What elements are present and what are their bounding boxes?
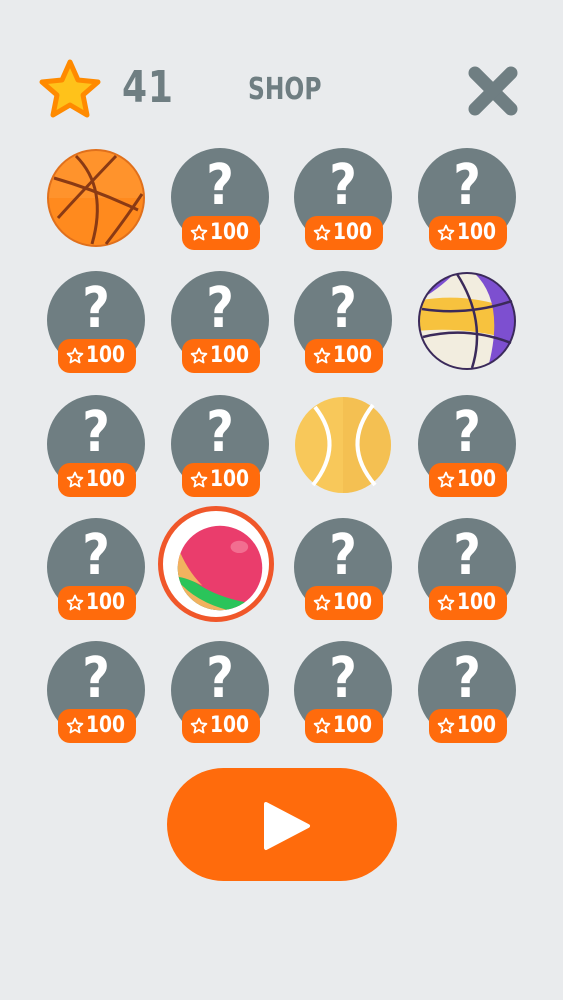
ball-grid: ? 100 ? 100 ? 100 ? 100 ? 100 ? 100 ? 10… (0, 0, 563, 760)
price-tag: 100 (429, 463, 507, 497)
question-mark: ? (82, 400, 110, 465)
basketball-icon (47, 149, 145, 247)
price-value: 100 (457, 220, 497, 245)
question-mark: ? (206, 276, 234, 341)
price-tag: 100 (58, 709, 136, 743)
play-icon (264, 802, 310, 850)
price-value: 100 (457, 467, 497, 492)
owned-ball-slot[interactable] (293, 395, 393, 499)
question-mark: ? (206, 400, 234, 465)
price-tag: 100 (305, 216, 383, 250)
price-tag: 100 (182, 216, 260, 250)
price-value: 100 (210, 467, 250, 492)
play-button[interactable] (167, 768, 397, 881)
star-icon (437, 594, 455, 611)
price-tag: 100 (429, 709, 507, 743)
locked-ball-slot[interactable]: ? 100 (417, 641, 517, 745)
price-tag: 100 (429, 216, 507, 250)
locked-ball-slot[interactable]: ? 100 (293, 271, 393, 375)
price-tag: 100 (305, 586, 383, 620)
question-mark: ? (82, 523, 110, 588)
star-icon (313, 224, 331, 241)
question-mark: ? (453, 523, 481, 588)
price-tag: 100 (305, 339, 383, 373)
price-tag: 100 (182, 339, 260, 373)
locked-ball-slot[interactable]: ? 100 (417, 148, 517, 252)
question-mark: ? (329, 523, 357, 588)
owned-ball-slot[interactable] (417, 271, 517, 375)
locked-ball-slot[interactable]: ? 100 (170, 271, 270, 375)
star-icon (313, 594, 331, 611)
star-icon (66, 471, 84, 488)
question-mark: ? (329, 646, 357, 711)
pink-beach-ball-icon (177, 525, 263, 611)
question-mark: ? (82, 646, 110, 711)
locked-ball-slot[interactable]: ? 100 (46, 271, 146, 375)
tennis-ball-icon (295, 397, 391, 493)
selected-ball-slot[interactable] (158, 506, 274, 622)
star-icon (190, 471, 208, 488)
question-mark: ? (453, 400, 481, 465)
owned-ball-slot[interactable] (46, 148, 146, 252)
question-mark: ? (206, 646, 234, 711)
question-mark: ? (453, 646, 481, 711)
price-tag: 100 (58, 463, 136, 497)
star-icon (190, 347, 208, 364)
locked-ball-slot[interactable]: ? 100 (170, 148, 270, 252)
star-icon (190, 717, 208, 734)
star-icon (66, 594, 84, 611)
price-value: 100 (210, 220, 250, 245)
price-tag: 100 (305, 709, 383, 743)
question-mark: ? (453, 153, 481, 218)
price-value: 100 (86, 713, 126, 738)
star-icon (66, 717, 84, 734)
star-icon (437, 471, 455, 488)
locked-ball-slot[interactable]: ? 100 (46, 395, 146, 499)
price-value: 100 (333, 713, 373, 738)
locked-ball-slot[interactable]: ? 100 (170, 395, 270, 499)
price-value: 100 (333, 343, 373, 368)
purple-yellow-basketball-icon (418, 272, 516, 370)
locked-ball-slot[interactable]: ? 100 (170, 641, 270, 745)
price-value: 100 (210, 343, 250, 368)
star-icon (190, 224, 208, 241)
question-mark: ? (329, 276, 357, 341)
question-mark: ? (329, 153, 357, 218)
locked-ball-slot[interactable]: ? 100 (293, 518, 393, 622)
price-value: 100 (86, 590, 126, 615)
star-icon (66, 347, 84, 364)
star-icon (313, 347, 331, 364)
star-icon (437, 717, 455, 734)
price-tag: 100 (182, 463, 260, 497)
locked-ball-slot[interactable]: ? 100 (46, 641, 146, 745)
locked-ball-slot[interactable]: ? 100 (46, 518, 146, 622)
locked-ball-slot[interactable]: ? 100 (293, 641, 393, 745)
locked-ball-slot[interactable]: ? 100 (293, 148, 393, 252)
locked-ball-slot[interactable]: ? 100 (417, 395, 517, 499)
price-value: 100 (86, 343, 126, 368)
price-value: 100 (457, 713, 497, 738)
question-mark: ? (206, 153, 234, 218)
price-tag: 100 (58, 339, 136, 373)
question-mark: ? (82, 276, 110, 341)
star-icon (313, 717, 331, 734)
price-value: 100 (457, 590, 497, 615)
price-value: 100 (333, 220, 373, 245)
price-value: 100 (86, 467, 126, 492)
price-tag: 100 (429, 586, 507, 620)
locked-ball-slot[interactable]: ? 100 (417, 518, 517, 622)
star-icon (437, 224, 455, 241)
price-tag: 100 (182, 709, 260, 743)
price-tag: 100 (58, 586, 136, 620)
price-value: 100 (333, 590, 373, 615)
price-value: 100 (210, 713, 250, 738)
